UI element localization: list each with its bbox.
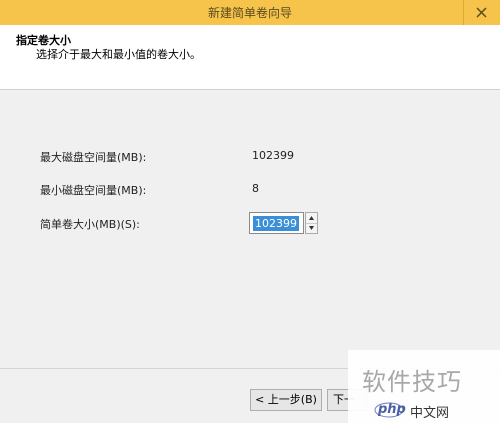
window-title: 新建简单卷向导 [207,6,292,20]
watermark: 软件技巧 php 中文网 [348,350,500,423]
title-bar: 新建简单卷向导 [0,0,500,25]
arrow-down-icon [309,226,314,230]
watermark-php: php [378,402,406,417]
decrement-button[interactable] [306,223,317,233]
page-subtitle: 选择介于最大和最小值的卷大小。 [36,48,201,61]
arrow-up-icon [309,216,314,220]
back-button[interactable]: < 上一步(B) [250,389,322,411]
watermark-brand: 中文网 [410,406,450,421]
spin-buttons [305,212,318,234]
watermark-logo: php 中文网 [348,400,500,421]
max-space-value: 102399 [252,149,294,162]
wizard-window: 新建简单卷向导 指定卷大小 选择介于最大和最小值的卷大小。 最大磁盘空间量(MB… [0,0,500,423]
watermark-text: 软件技巧 [362,368,462,396]
close-icon [476,7,487,18]
min-space-value: 8 [252,182,259,195]
volume-size-input[interactable]: 102399 [249,212,304,234]
volume-size-stepper: 102399 [249,212,319,236]
volume-size-label: 简单卷大小(MB)(S): [40,218,140,231]
header-panel: 指定卷大小 选择介于最大和最小值的卷大小。 [0,25,500,90]
min-space-label: 最小磁盘空间量(MB): [40,184,147,197]
volume-size-value: 102399 [253,216,299,231]
max-space-label: 最大磁盘空间量(MB): [40,151,147,164]
close-button[interactable] [463,0,500,25]
